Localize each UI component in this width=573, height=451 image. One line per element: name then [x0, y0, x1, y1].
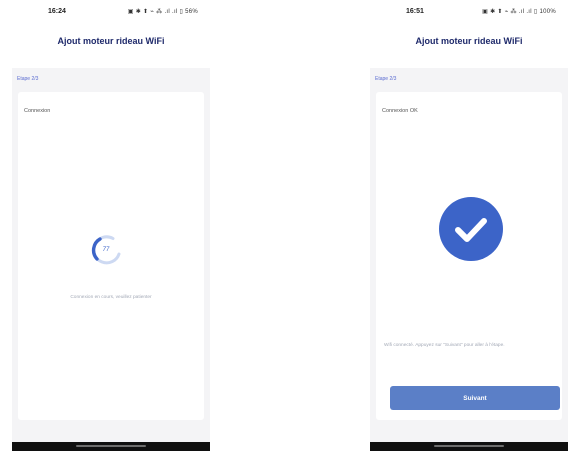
- wifi-connected-message: Wifi connecté. Appuyez sur "Suivant" pou…: [384, 343, 505, 348]
- connection-progress-message: Connexion en cours, veuillez patienter: [70, 295, 152, 300]
- status-bar: 16:24 ▣ ✱ ⬆ ⌁ ⁂ .ıl .ıl ▯ 56%: [12, 0, 210, 26]
- status-icons: ▣ ✱ ⬆ ⌁ ⁂ .ıl .ıl ▯ 100%: [482, 9, 556, 15]
- navigation-bar: [370, 442, 568, 451]
- page-title: Ajout moteur rideau WiFi: [415, 36, 523, 46]
- status-time: 16:51: [406, 8, 424, 15]
- title-bar: Ajout moteur rideau WiFi: [12, 26, 210, 68]
- title-bar: Ajout moteur rideau WiFi: [370, 26, 568, 68]
- connection-card: Connexion OK Wifi connecté. Appuyez sur …: [376, 92, 562, 420]
- status-time: 16:24: [48, 8, 66, 15]
- page-title: Ajout moteur rideau WiFi: [57, 36, 165, 46]
- card-heading: Connexion: [24, 108, 51, 114]
- step-label: Etape 2/3: [17, 76, 39, 82]
- loading-spinner-icon: 77: [88, 232, 124, 268]
- phone-screen-connecting: 16:24 ▣ ✱ ⬆ ⌁ ⁂ .ıl .ıl ▯ 56% Ajout mote…: [12, 0, 210, 451]
- phone-screen-connected: 16:51 ▣ ✱ ⬆ ⌁ ⁂ .ıl .ıl ▯ 100% Ajout mot…: [370, 0, 568, 451]
- home-indicator[interactable]: [76, 445, 146, 447]
- check-circle-icon: [438, 196, 504, 262]
- connection-card: Connexion 77 Connexion en cours, veuille…: [18, 92, 204, 420]
- status-icons: ▣ ✱ ⬆ ⌁ ⁂ .ıl .ıl ▯ 56%: [127, 9, 198, 15]
- spinner-value: 77: [102, 247, 110, 253]
- navigation-bar: [12, 442, 210, 451]
- status-bar: 16:51 ▣ ✱ ⬆ ⌁ ⁂ .ıl .ıl ▯ 100%: [370, 0, 568, 26]
- card-heading: Connexion OK: [382, 108, 418, 114]
- home-indicator[interactable]: [434, 445, 504, 447]
- step-label: Etape 2/3: [375, 76, 397, 82]
- next-button[interactable]: Suivant: [390, 386, 560, 410]
